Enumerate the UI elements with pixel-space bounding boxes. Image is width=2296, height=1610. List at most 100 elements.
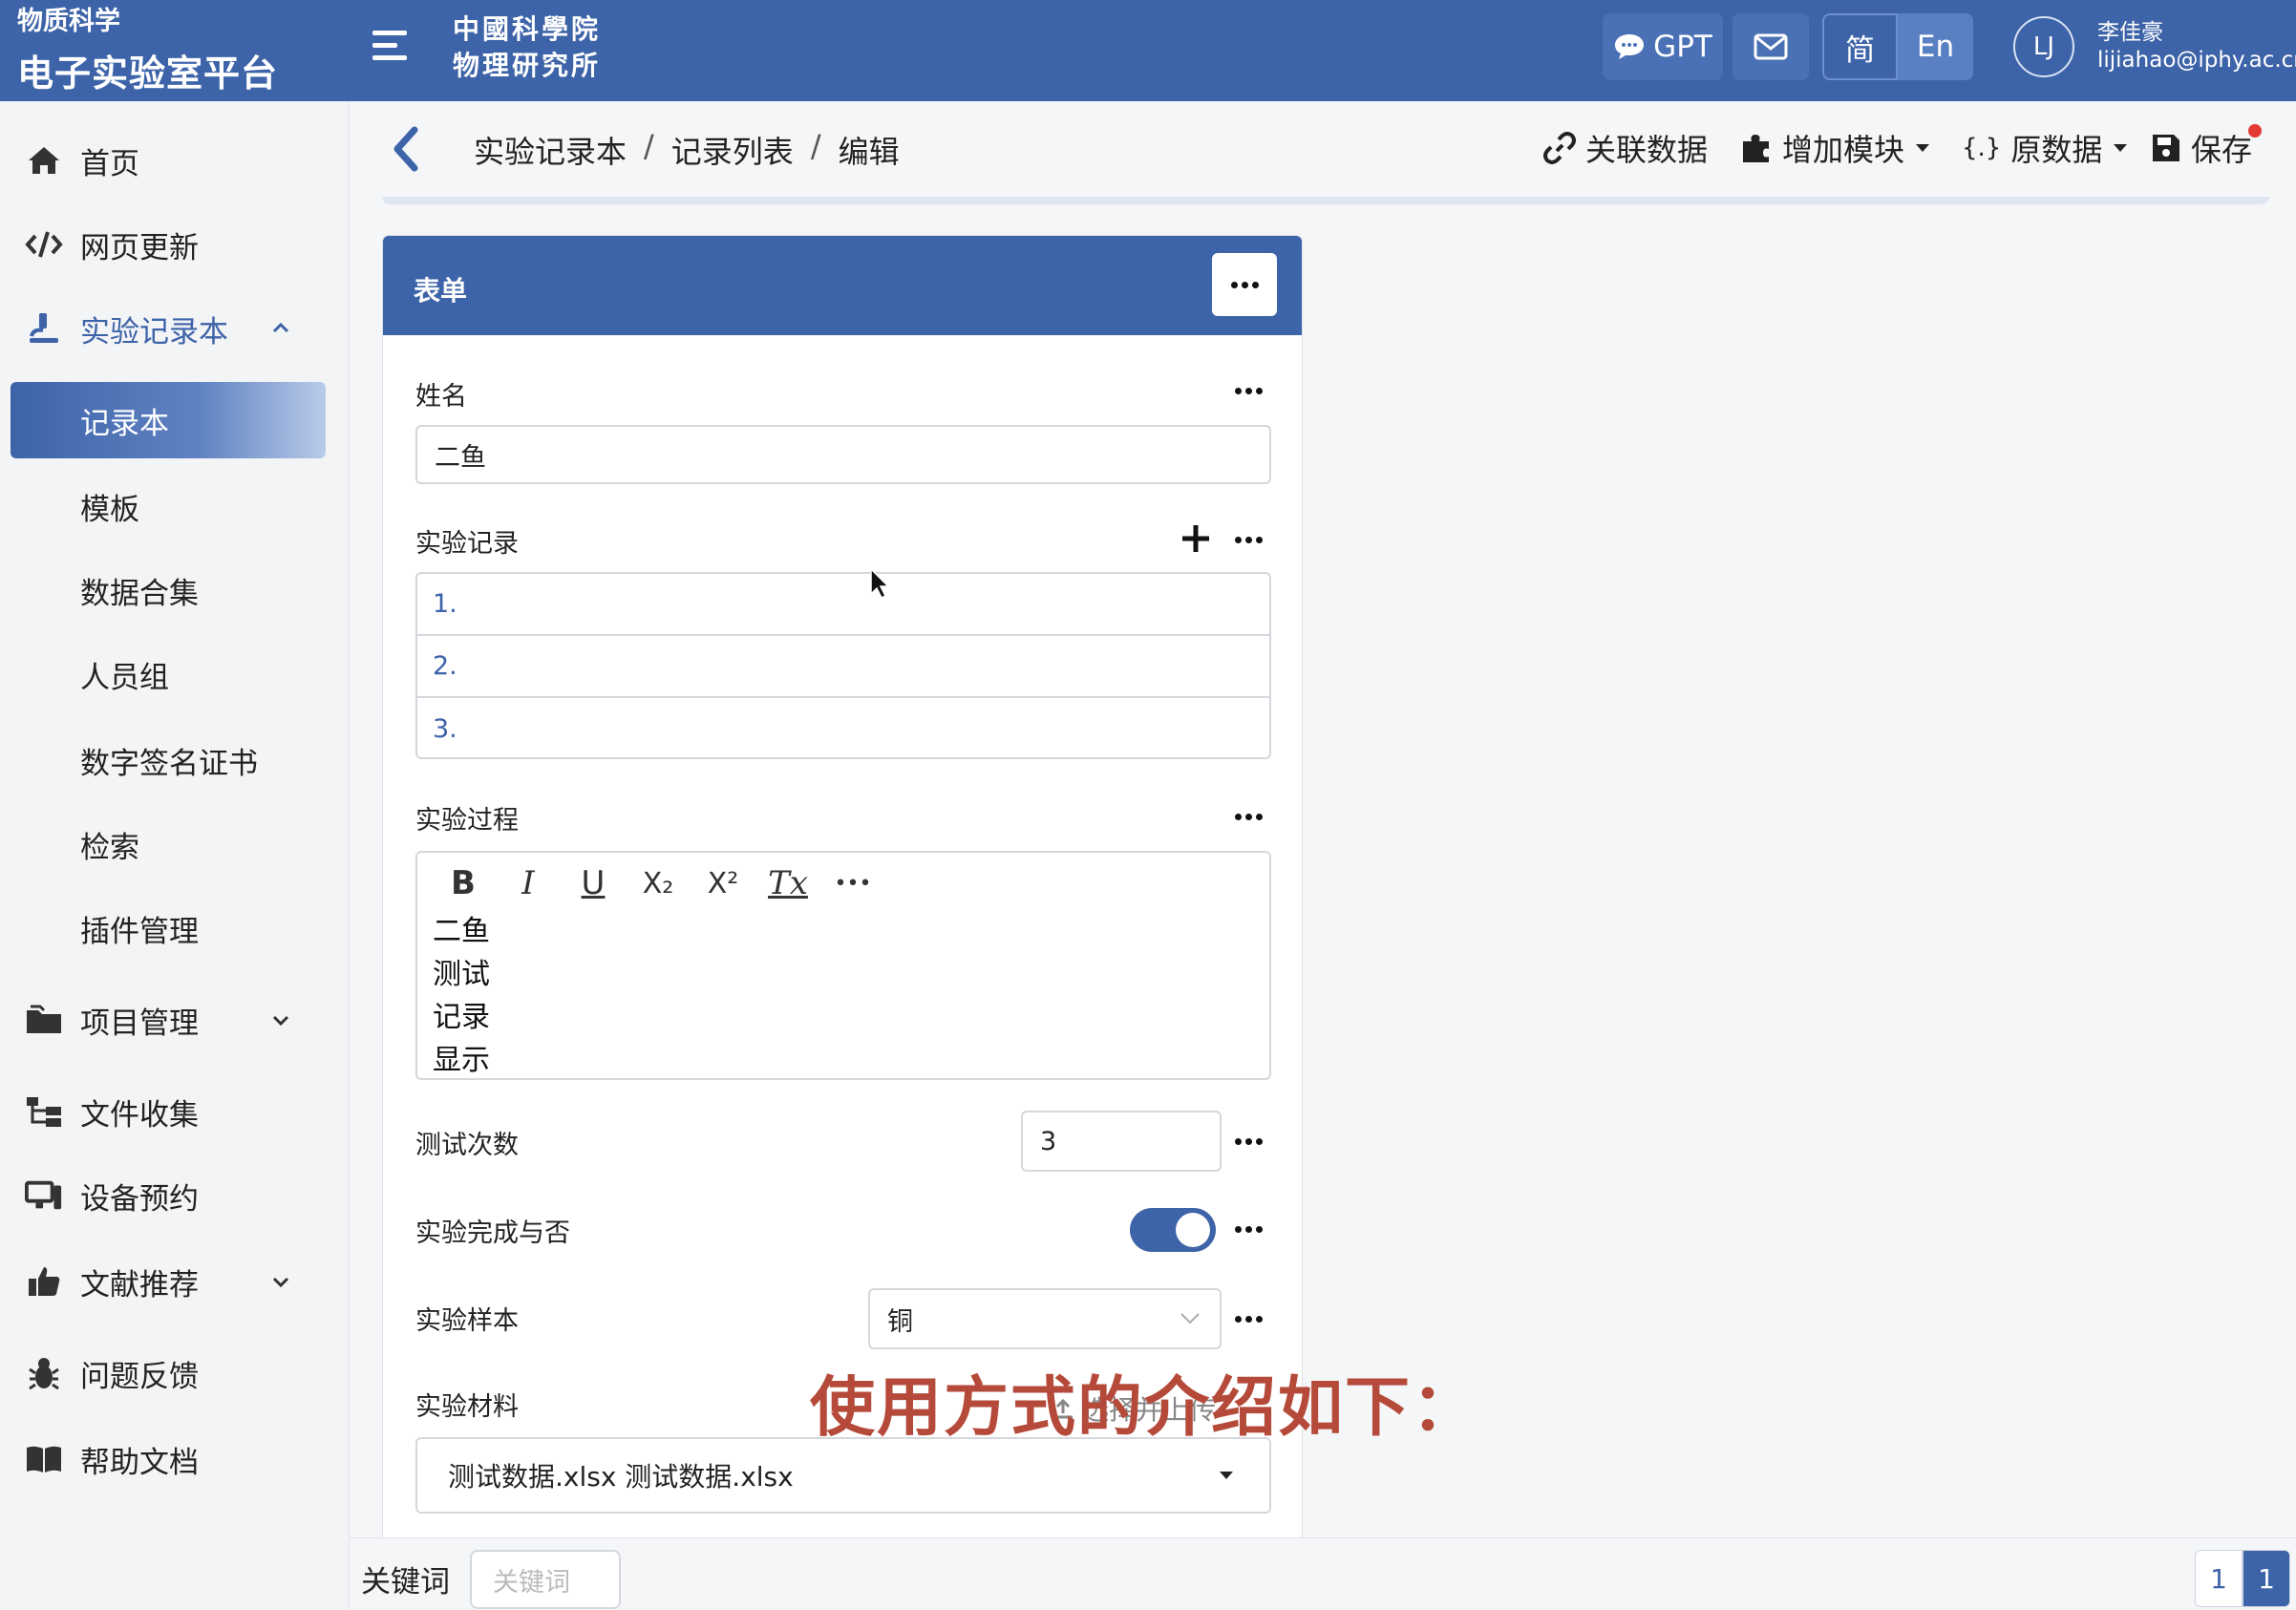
sidebar-item-search[interactable]: 检索 — [0, 806, 350, 882]
save-label: 保存 — [2191, 132, 2253, 168]
sidebar-item-feedback[interactable]: 问题反馈 — [0, 1335, 350, 1411]
code-icon — [25, 225, 63, 264]
name-more-button[interactable] — [1229, 379, 1267, 402]
link-icon — [1543, 132, 1576, 164]
sidebar-item-notebook-list[interactable]: 记录本 — [11, 382, 326, 458]
done-more-button[interactable] — [1229, 1218, 1267, 1240]
page-button[interactable]: 1 — [2195, 1550, 2243, 1607]
caret-down-icon — [1916, 144, 1930, 152]
more-icon — [1230, 281, 1259, 288]
sidebar-item-label: 网页更新 — [80, 230, 199, 265]
keyword-label: 关键词 — [361, 1565, 450, 1599]
more-icon — [1234, 387, 1263, 394]
sidebar-item-literature[interactable]: 文献推荐 — [0, 1243, 350, 1320]
editor-content[interactable]: 二鱼 测试 记录 显示 — [433, 910, 490, 1082]
sidebar-item-label: 记录本 — [80, 406, 169, 441]
records-more-button[interactable] — [1229, 528, 1267, 551]
avatar[interactable]: LJ — [2013, 16, 2074, 77]
sidebar-item-label: 项目管理 — [80, 1006, 199, 1041]
subscript-icon[interactable]: X₂ — [626, 858, 691, 908]
more-icon — [1234, 536, 1263, 543]
page-button-current[interactable]: 1 — [2243, 1550, 2290, 1607]
mail-button[interactable] — [1733, 13, 1809, 80]
sample-more-button[interactable] — [1229, 1307, 1267, 1330]
add-module-button[interactable]: 增加模块 — [1740, 126, 1930, 170]
sidebar-item-label: 设备预约 — [80, 1181, 199, 1217]
raw-data-label: 原数据 — [2010, 132, 2103, 168]
sidebar-item-groups[interactable]: 人员组 — [0, 636, 350, 712]
sidebar-item-templates[interactable]: 模板 — [0, 468, 350, 544]
sidebar-item-label: 人员组 — [80, 660, 169, 695]
sidebar-item-datasets[interactable]: 数据合集 — [0, 552, 350, 628]
lang-en-button[interactable]: En — [1898, 13, 1973, 80]
sidebar-item-label: 文件收集 — [80, 1097, 199, 1133]
save-button[interactable]: 保存 — [2151, 126, 2252, 170]
count-input[interactable]: 3 — [1021, 1111, 1222, 1172]
list-item[interactable]: 2. — [417, 636, 1269, 698]
editor-line: 二鱼 — [433, 915, 490, 948]
video-caption: 使用方式的介绍如下： — [810, 1370, 1479, 1446]
menu-toggle-icon[interactable] — [371, 25, 409, 67]
material-select[interactable]: 测试数据.xlsx 测试数据.xlsx — [415, 1437, 1271, 1514]
gpt-button[interactable]: GPT — [1603, 13, 1723, 80]
sidebar-item-projects[interactable]: 项目管理 — [0, 982, 350, 1058]
sidebar-item-home[interactable]: 首页 — [0, 122, 350, 199]
form-card-header: 表单 — [383, 236, 1302, 335]
sample-select[interactable]: 铜 — [868, 1288, 1222, 1349]
list-item[interactable]: 1. — [417, 574, 1269, 636]
sidebar-item-label: 数字签名证书 — [80, 746, 258, 781]
breadcrumb-separator: / — [644, 128, 654, 164]
sidebar-item-label: 问题反馈 — [80, 1359, 199, 1394]
sidebar-item-file-collection[interactable]: 文件收集 — [0, 1073, 350, 1150]
count-more-button[interactable] — [1229, 1130, 1267, 1153]
records-label: 实验记录 — [415, 529, 519, 559]
more-tools-icon[interactable]: ••• — [820, 858, 885, 908]
list-item[interactable]: 3. — [417, 698, 1269, 757]
back-arrow-icon[interactable] — [392, 126, 420, 172]
lang-zh-button[interactable]: 简 — [1822, 13, 1898, 80]
user-name: 李佳豪 — [2097, 20, 2163, 45]
chevron-down-icon — [272, 1015, 289, 1027]
sidebar-item-help[interactable]: 帮助文档 — [0, 1421, 350, 1497]
keyword-input[interactable]: 关键词 — [470, 1550, 621, 1609]
raw-data-button[interactable]: {.} 原数据 — [1962, 126, 2128, 170]
pagination: 1 1 — [2195, 1550, 2290, 1607]
name-label: 姓名 — [415, 382, 467, 412]
editor-line: 显示 — [433, 1044, 490, 1077]
done-toggle[interactable] — [1130, 1208, 1216, 1252]
folder-icon — [25, 1001, 63, 1039]
name-input[interactable]: 二鱼 — [415, 425, 1271, 484]
underline-icon[interactable]: U — [561, 858, 626, 908]
sidebar-item-label: 帮助文档 — [80, 1445, 199, 1480]
sidebar-item-certificates[interactable]: 数字签名证书 — [0, 722, 350, 798]
add-record-icon[interactable] — [1180, 522, 1212, 555]
sidebar: 物质科学 电子实验室平台 首页 网页更新 实验记录本 记录本 模板 数据合集 人… — [0, 0, 350, 1610]
breadcrumb-record-list[interactable]: 记录列表 — [671, 128, 794, 172]
italic-icon[interactable]: I — [496, 858, 561, 908]
floppy-disk-icon — [2153, 135, 2179, 161]
sidebar-item-label: 插件管理 — [80, 914, 199, 949]
form-title: 表单 — [414, 275, 468, 307]
link-data-button[interactable]: 关联数据 — [1543, 126, 1708, 170]
bold-icon[interactable]: B — [431, 858, 496, 908]
clear-format-icon[interactable]: Tx — [755, 858, 820, 908]
sidebar-item-plugins[interactable]: 插件管理 — [0, 890, 350, 966]
bottom-bar: 关键词 关键词 1 1 — [350, 1537, 2296, 1610]
superscript-icon[interactable]: X² — [691, 858, 755, 908]
sidebar-item-label: 检索 — [80, 830, 139, 865]
process-label: 实验过程 — [415, 806, 519, 836]
puzzle-icon — [1743, 135, 1769, 162]
form-menu-button[interactable] — [1212, 253, 1277, 316]
institute-logo: 中國科學院 物理研究所 — [453, 11, 601, 84]
microscope-icon — [25, 309, 63, 348]
process-editor[interactable]: B I U X₂ X² Tx ••• 二鱼 测试 记录 显示 — [415, 851, 1271, 1080]
top-bar: 中國科學院 物理研究所 GPT 简 En LJ 李佳豪 lijiahao@iph… — [350, 0, 2296, 101]
home-icon — [25, 141, 63, 180]
sidebar-item-equipment-booking[interactable]: 设备预约 — [0, 1157, 350, 1234]
breadcrumb-notebook[interactable]: 实验记录本 — [474, 128, 627, 172]
sidebar-item-notebook[interactable]: 实验记录本 — [0, 290, 350, 367]
gpt-label: GPT — [1653, 30, 1712, 64]
sidebar-item-web-update[interactable]: 网页更新 — [0, 206, 350, 283]
more-icon — [1234, 1315, 1263, 1323]
process-more-button[interactable] — [1229, 805, 1267, 828]
